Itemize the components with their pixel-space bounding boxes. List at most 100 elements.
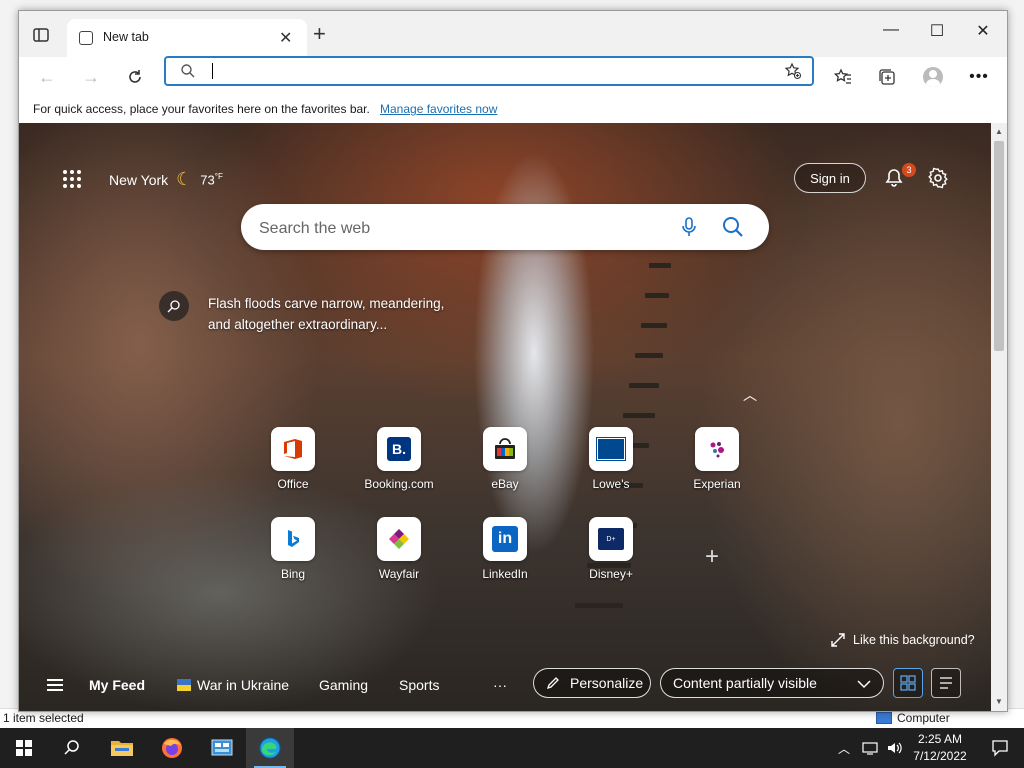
tab-new-tab[interactable]: New tab ✕ bbox=[67, 19, 307, 57]
feed-tab-war-in-ukraine[interactable]: War in Ukraine bbox=[177, 677, 289, 693]
favorites-icon bbox=[833, 68, 851, 84]
tab-actions-icon bbox=[33, 28, 49, 42]
quick-link-disney[interactable]: D+ Disney+ bbox=[571, 517, 651, 587]
taskbar-control-panel[interactable] bbox=[198, 728, 246, 768]
feed-tab-gaming[interactable]: Gaming bbox=[319, 677, 368, 693]
scroll-down-arrow-icon[interactable]: ▼ bbox=[995, 697, 1003, 706]
personalize-button[interactable]: Personalize bbox=[533, 668, 651, 698]
quick-link-linkedin[interactable]: in LinkedIn bbox=[465, 517, 545, 587]
favorites-button[interactable] bbox=[831, 65, 855, 89]
taskbar-clock[interactable]: 2:25 AM 7/12/2022 bbox=[908, 731, 972, 765]
quick-link-label: LinkedIn bbox=[482, 567, 528, 581]
personalize-label: Personalize bbox=[570, 675, 644, 691]
minimize-button[interactable]: — bbox=[871, 21, 911, 39]
settings-more-button[interactable]: ••• bbox=[967, 65, 991, 89]
web-search-input[interactable] bbox=[257, 217, 641, 241]
new-tab-button[interactable]: + bbox=[313, 23, 326, 45]
feed-tab-my-feed[interactable]: My Feed bbox=[89, 677, 145, 693]
manage-favorites-link[interactable]: Manage favorites now bbox=[380, 102, 497, 116]
quick-link-lowes[interactable]: Lowe's bbox=[571, 427, 651, 497]
moon-icon: ☾ bbox=[176, 169, 193, 189]
grid-view-button[interactable] bbox=[893, 668, 923, 698]
text-caret bbox=[212, 63, 213, 79]
taskbar-file-explorer[interactable] bbox=[98, 728, 146, 768]
folder-icon bbox=[111, 741, 133, 756]
search-submit-icon[interactable] bbox=[721, 215, 745, 242]
quick-link-label: Wayfair bbox=[378, 567, 420, 581]
add-favorite-icon[interactable] bbox=[784, 62, 802, 83]
apps-launcher-icon[interactable] bbox=[63, 170, 81, 188]
sign-in-button[interactable]: Sign in bbox=[794, 163, 866, 193]
firefox-icon bbox=[162, 738, 182, 758]
page-settings-gear-icon[interactable] bbox=[927, 167, 949, 189]
quick-link-experian[interactable]: Experian bbox=[677, 427, 757, 497]
feed-menu-icon[interactable] bbox=[47, 679, 63, 691]
network-icon[interactable] bbox=[862, 741, 878, 755]
taskbar-search-button[interactable] bbox=[48, 728, 96, 768]
start-button[interactable] bbox=[0, 728, 48, 768]
quick-link-label: eBay bbox=[491, 477, 519, 491]
edge-icon bbox=[259, 737, 281, 759]
page-scrollbar[interactable]: ▲ ▼ bbox=[991, 123, 1007, 711]
notifications-badge: 3 bbox=[902, 163, 916, 177]
quick-link-office[interactable]: Office bbox=[253, 427, 333, 497]
refresh-button[interactable] bbox=[123, 65, 147, 89]
action-center-button[interactable] bbox=[976, 728, 1024, 768]
add-quick-link-button[interactable]: + bbox=[705, 543, 719, 571]
search-icon bbox=[64, 740, 79, 755]
expand-icon bbox=[831, 633, 845, 647]
like-background-button[interactable]: Like this background? bbox=[831, 633, 975, 647]
address-bar[interactable] bbox=[164, 56, 814, 86]
quick-link-bing[interactable]: Bing bbox=[253, 517, 333, 587]
weather-widget[interactable]: New York ☾ 73°F bbox=[109, 169, 223, 190]
image-info-search-icon[interactable] bbox=[159, 291, 189, 321]
weather-temperature: 73°F bbox=[200, 171, 223, 188]
favorites-bar-message: For quick access, place your favorites h… bbox=[33, 102, 370, 116]
content-visibility-dropdown[interactable]: Content partially visible bbox=[660, 668, 884, 698]
quick-link-ebay[interactable]: eBay bbox=[465, 427, 545, 497]
forward-button[interactable]: → bbox=[79, 65, 103, 89]
office-icon bbox=[271, 427, 315, 471]
avatar bbox=[923, 67, 943, 87]
scrollbar-thumb[interactable] bbox=[994, 141, 1004, 351]
background-story-text[interactable]: Flash floods carve narrow, meandering, a… bbox=[208, 293, 468, 335]
feed-tab-sports[interactable]: Sports bbox=[399, 677, 439, 693]
collections-button[interactable] bbox=[875, 65, 899, 89]
quick-link-wayfair[interactable]: Wayfair bbox=[359, 517, 439, 587]
web-search-box[interactable] bbox=[241, 204, 769, 250]
newtab-favicon-icon bbox=[79, 31, 93, 45]
close-window-button[interactable]: ✕ bbox=[963, 21, 1003, 41]
quick-link-booking[interactable]: B. Booking.com bbox=[359, 427, 439, 497]
quick-link-label: Disney+ bbox=[589, 567, 633, 581]
chevron-up-icon[interactable]: ︿ bbox=[743, 385, 757, 405]
tray-chevron-up-icon[interactable]: ︿ bbox=[838, 740, 850, 757]
search-icon bbox=[180, 63, 196, 82]
feed-more-button[interactable]: ··· bbox=[493, 677, 507, 693]
collections-icon bbox=[879, 69, 895, 85]
profile-button[interactable] bbox=[921, 65, 945, 89]
booking-icon: B. bbox=[377, 427, 421, 471]
close-tab-icon[interactable]: ✕ bbox=[279, 28, 292, 48]
volume-icon[interactable] bbox=[886, 741, 902, 755]
clock-time: 2:25 AM bbox=[917, 732, 963, 746]
feed-navigation-bar: My Feed War in Ukraine Gaming Sports ···… bbox=[19, 661, 991, 711]
computer-icon bbox=[876, 712, 892, 724]
quick-link-label: Bing bbox=[280, 567, 306, 581]
navigation-toolbar: ← → ••• bbox=[19, 56, 1007, 97]
quick-link-label: Lowe's bbox=[592, 477, 630, 491]
maximize-button[interactable]: ☐ bbox=[917, 21, 957, 41]
weather-city: New York bbox=[109, 171, 169, 188]
quick-link-label: Office bbox=[277, 477, 309, 491]
taskbar-edge[interactable] bbox=[246, 728, 294, 768]
microphone-icon[interactable] bbox=[679, 216, 699, 241]
control-panel-icon bbox=[211, 739, 233, 756]
taskbar-firefox[interactable] bbox=[148, 728, 196, 768]
address-input[interactable] bbox=[208, 61, 772, 83]
disney-icon: D+ bbox=[589, 517, 633, 561]
clock-date: 7/12/2022 bbox=[913, 749, 967, 763]
scroll-up-arrow-icon[interactable]: ▲ bbox=[995, 127, 1003, 136]
list-view-button[interactable] bbox=[931, 668, 961, 698]
favorites-bar: For quick access, place your favorites h… bbox=[19, 97, 1007, 124]
back-button[interactable]: ← bbox=[35, 65, 59, 89]
tab-actions-button[interactable] bbox=[31, 25, 51, 45]
